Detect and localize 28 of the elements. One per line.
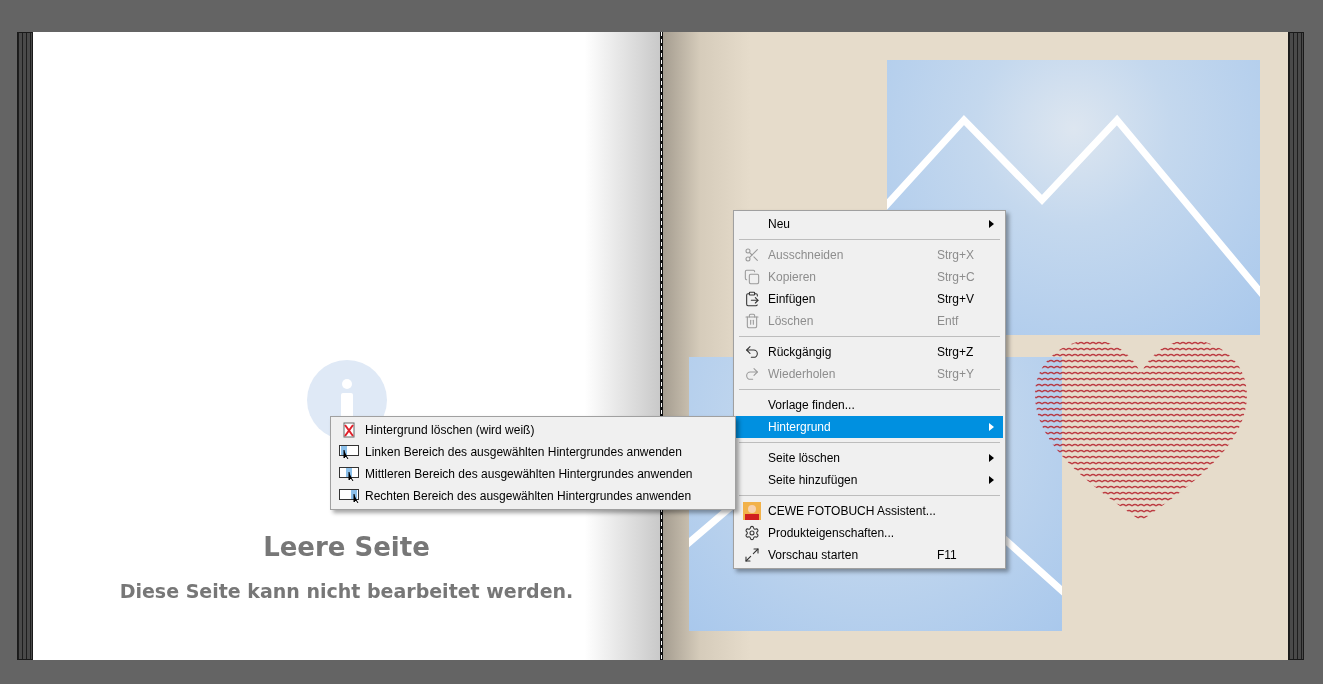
- menu-item[interactable]: Rechten Bereich des ausgewählten Hintergrundes anwenden: [333, 485, 733, 507]
- page-heading: Leere Seite: [263, 532, 430, 562]
- person-icon: [743, 502, 761, 520]
- menu-item[interactable]: Neu: [736, 213, 1003, 235]
- scissors-icon: [744, 247, 760, 263]
- expand-icon: [744, 547, 760, 563]
- menu-item[interactable]: Mittleren Bereich des ausgewählten Hintergrundes anwenden: [333, 463, 733, 485]
- menu-item[interactable]: Linken Bereich des ausgewählten Hintergrundes anwenden: [333, 441, 733, 463]
- undo-icon: [744, 344, 760, 360]
- copy-icon: [744, 269, 760, 285]
- background-area-icon: [339, 445, 359, 459]
- menu-item[interactable]: Einfügen Strg+V: [736, 288, 1003, 310]
- background-area-icon: [339, 489, 359, 503]
- menu-item[interactable]: Seite hinzufügen: [736, 469, 1003, 491]
- redo-icon: [744, 366, 760, 382]
- page-message: Diese Seite kann nicht bearbeitet werden.: [119, 580, 574, 602]
- menu-item[interactable]: Vorlage finden...: [736, 394, 1003, 416]
- menu-item[interactable]: Rückgängig Strg+Z: [736, 341, 1003, 363]
- menu-item[interactable]: Vorschau starten F11: [736, 544, 1003, 566]
- delete-background-icon: [343, 422, 355, 438]
- menu-item[interactable]: CEWE FOTOBUCH Assistent...: [736, 500, 1003, 522]
- clipboard-icon: [744, 291, 760, 307]
- menu-item[interactable]: Seite löschen: [736, 447, 1003, 469]
- settings-icon: [744, 525, 760, 541]
- trash-icon: [744, 313, 760, 329]
- menu-item[interactable]: Produkteigenschaften...: [736, 522, 1003, 544]
- menu-item[interactable]: Hintergrund löschen (wird weiß): [333, 419, 733, 441]
- background-area-icon: [339, 467, 359, 481]
